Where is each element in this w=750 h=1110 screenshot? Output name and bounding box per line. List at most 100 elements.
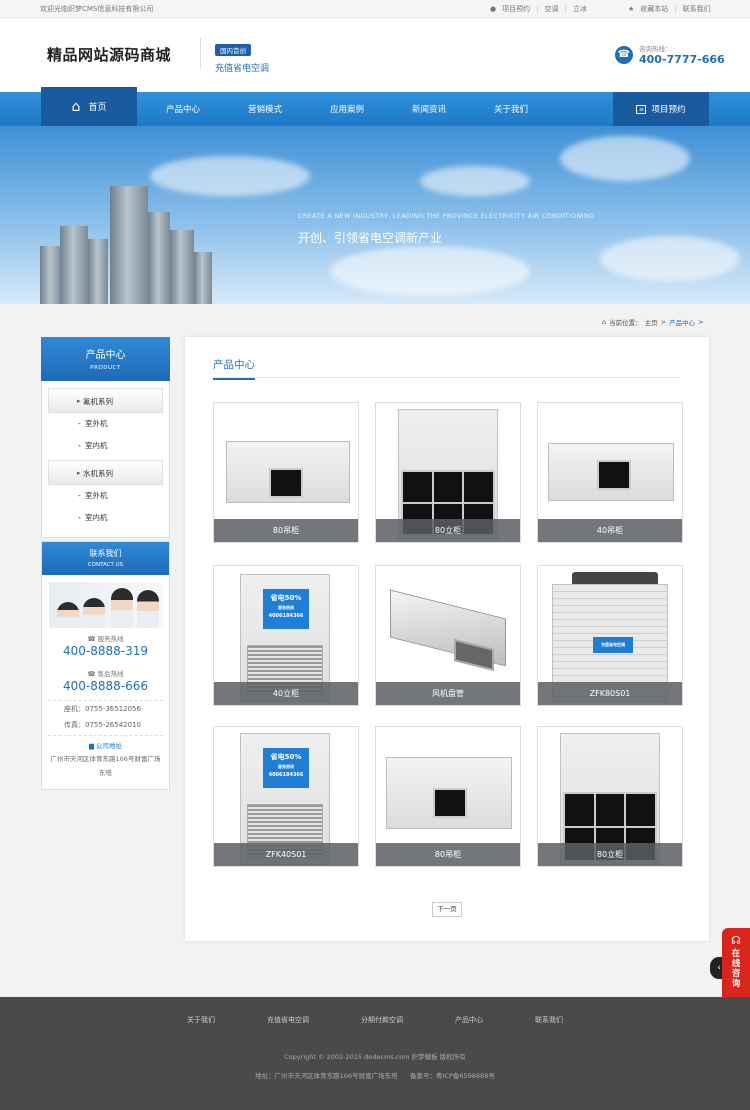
cloud	[420, 166, 530, 196]
sidebar-sub-item[interactable]: 室外机	[48, 485, 163, 507]
product-name: ZFK80S01	[538, 682, 682, 705]
main-nav: ⌂ 首页 产品中心 营销模式 应用案例 新闻资讯 关于我们 ≡ 项目预约	[0, 87, 750, 126]
slogan-badge: 国内首创	[215, 44, 251, 56]
cloud	[150, 156, 310, 196]
breadcrumb-home[interactable]: 主页	[645, 317, 658, 327]
fax: 传真：0755-26542010	[64, 721, 141, 729]
contact-subtitle: CONTACT US	[87, 562, 124, 568]
agent-figure	[57, 602, 79, 628]
sidebar-sub-item[interactable]: 室外机	[48, 413, 163, 435]
sticker-big: 省电50%	[270, 753, 302, 761]
product-name: 80吊柜	[376, 843, 520, 866]
product-name: 风机盘管	[376, 682, 520, 705]
footer-link-installment[interactable]: 分期付款空调	[335, 1015, 429, 1025]
top-bar: 欢迎光临织梦CMS信息科技有限公司 ● 项目预约 | 空调 | 立冰 ★ 收藏本…	[0, 0, 750, 18]
nav-booking-button[interactable]: ≡ 项目预约	[613, 92, 709, 126]
sidebar-products: 产品中心 PRODUCT 氟机系列 室外机 室内机 水机系列 室外机 室内机	[41, 337, 170, 538]
product-name: ZFK40S01	[214, 843, 358, 866]
top-link-ac[interactable]: 空调	[544, 4, 558, 14]
site-logo[interactable]: 精品网站源码商城	[47, 44, 171, 65]
top-link-lb[interactable]: 立冰	[573, 4, 587, 14]
contact-link[interactable]: 联系我们	[683, 4, 711, 14]
sticker-big: 省电50%	[270, 594, 302, 602]
welcome-text: 欢迎光临织梦CMS信息科技有限公司	[40, 5, 154, 13]
building	[110, 186, 148, 304]
footer-link-ac[interactable]: 充值省电空调	[241, 1015, 335, 1025]
header: 精品网站源码商城 国内首创 充值省电空调 ☎ 咨询热线： 400-7777-66…	[0, 18, 750, 92]
breadcrumb-label: 当前位置：	[609, 319, 642, 327]
service-hotline-number: 400-8888-319	[62, 644, 148, 658]
nav-news[interactable]: 新闻资讯	[388, 92, 470, 126]
product-card[interactable]: 80立柜	[537, 726, 683, 867]
product-name: 80立柜	[538, 843, 682, 866]
product-card[interactable]: 省电50% 服务热线 4006184366 40立柜	[213, 565, 359, 706]
sidebar-sub-item[interactable]: 室内机	[48, 507, 163, 529]
outdoor-sticker: 充值省电空调	[593, 637, 633, 653]
product-name: 40吊柜	[538, 519, 682, 542]
footer-link-about[interactable]: 关于我们	[161, 1015, 241, 1025]
product-card[interactable]: 80立柜	[375, 402, 521, 543]
nav-booking-label: 项目预约	[651, 105, 686, 115]
breadcrumb-current[interactable]: 产品中心	[669, 317, 695, 327]
building	[148, 212, 170, 304]
favorite-link[interactable]: 收藏本站	[640, 4, 668, 14]
cloud	[600, 236, 740, 281]
product-name: 80吊柜	[214, 519, 358, 542]
building	[60, 226, 88, 304]
copyright: Copyright © 2002-2015 dedecms.com 织梦模板 版…	[284, 1053, 466, 1061]
building	[40, 246, 62, 304]
hotline-label: 咨询热线：	[639, 45, 672, 53]
star-icon: ★	[628, 5, 635, 13]
online-consult-label: 在线咨询	[731, 949, 741, 989]
banner: CREATE A NEW INDUSTRY, LEADING THE PROVI…	[0, 126, 750, 304]
home-icon: ⌂	[602, 318, 607, 326]
product-card[interactable]: 40吊柜	[537, 402, 683, 543]
sticker-small: 服务热线	[278, 605, 294, 610]
product-card[interactable]: 省电50% 服务热线 4006184366 ZFK40S01	[213, 726, 359, 867]
nav-marketing[interactable]: 营销模式	[224, 92, 306, 126]
top-right-links: ★ 收藏本站 | 联系我们	[628, 4, 711, 14]
next-page-button[interactable]: 下一页	[432, 902, 462, 917]
user-icon: ●	[490, 5, 497, 13]
sidebar-category[interactable]: 水机系列	[48, 460, 163, 486]
service-hotline-label: ☎ 服务热线	[87, 635, 124, 643]
truck-icon: ▆	[88, 742, 94, 750]
phone-icon: ☎	[615, 45, 633, 64]
online-consult-button[interactable]: ☊ 在线咨询	[722, 928, 750, 1008]
sidebar-category[interactable]: 氟机系列	[48, 388, 163, 414]
product-card[interactable]: 风机盘管	[375, 565, 521, 706]
nav-about[interactable]: 关于我们	[470, 92, 552, 126]
agent-figure	[137, 590, 159, 628]
hotline: ☎ 咨询热线： 400-7777-666	[615, 43, 725, 66]
sidebar-sub-item[interactable]: 室内机	[48, 435, 163, 457]
contact-header: 联系我们 CONTACT US	[42, 542, 169, 575]
icp-number: 备案号：粤ICP备6598688号	[410, 1072, 495, 1080]
cloud	[330, 246, 530, 296]
banner-headline: 开创、引领省电空调新产业	[298, 231, 443, 245]
aftersales-hotline-number: 400-8888-666	[62, 679, 148, 693]
address-label: ▆ 公司地址	[88, 742, 123, 750]
cloud	[560, 136, 690, 181]
agent-figure	[111, 588, 133, 628]
building	[88, 239, 108, 304]
sidebar-header: 产品中心 PRODUCT	[41, 337, 170, 381]
footer-link-products[interactable]: 产品中心	[429, 1015, 509, 1025]
footer-link-contact[interactable]: 联系我们	[509, 1015, 589, 1025]
top-link-booking[interactable]: 项目预约	[502, 4, 530, 14]
product-card[interactable]: 充值省电空调 ZFK80S01	[537, 565, 683, 706]
contact-title: 联系我们	[89, 549, 122, 558]
agent-figure	[83, 598, 105, 628]
nav-products[interactable]: 产品中心	[142, 92, 224, 126]
nav-home[interactable]: ⌂ 首页	[41, 87, 137, 126]
product-card[interactable]: 80吊柜	[375, 726, 521, 867]
calendar-icon: ≡	[636, 104, 647, 114]
footer: 关于我们 充值省电空调 分期付款空调 产品中心 联系我们 Copyright ©…	[0, 997, 750, 1110]
footer-address: 地址：广州市天河区体育东路106号财富广场东塔 备案号：粤ICP备6598688…	[255, 1072, 495, 1080]
breadcrumb: ⌂ 当前位置： 主页 > 产品中心 >	[602, 317, 704, 327]
contact-panel: 联系我们 CONTACT US ☎ 服务热线 400-8888-319 ☎ 售后…	[41, 541, 170, 790]
slogan: 国内首创 充值省电空调	[200, 38, 269, 74]
hotline-number: 400-7777-666	[639, 53, 725, 66]
product-card[interactable]: 80吊柜	[213, 402, 359, 543]
nav-cases[interactable]: 应用案例	[306, 92, 388, 126]
footer-links: 关于我们 充值省电空调 分期付款空调 产品中心 联系我们	[0, 1015, 750, 1025]
